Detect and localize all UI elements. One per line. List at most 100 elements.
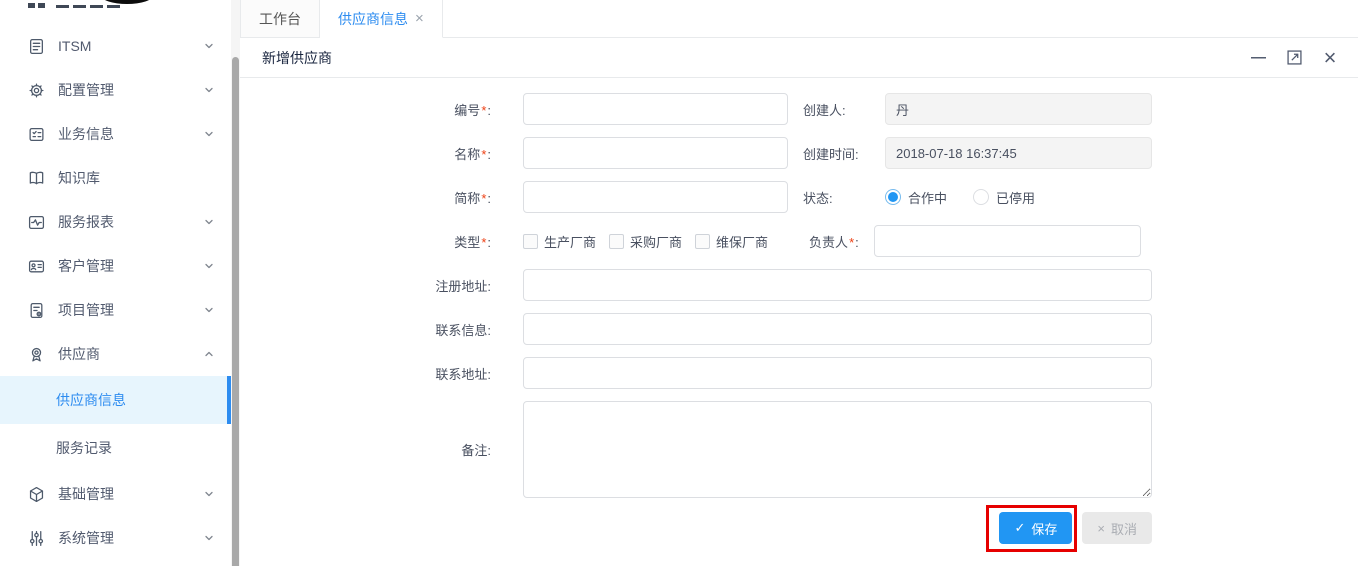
x-icon: × [1097, 521, 1105, 536]
checkbox-purchase-vendor[interactable] [609, 234, 624, 249]
chevron-down-icon [203, 260, 215, 272]
registered-address-input[interactable] [523, 269, 1152, 301]
status-label: 状态: [788, 188, 885, 207]
main-content: 工作台 供应商信息 × 新增供应商 — × 编号*: 创建人: 名称*: 创 [240, 0, 1358, 566]
sidebar: ITSM 配置管理 业务信息 知识库 服务报表 客户管理 [0, 0, 231, 566]
type-label: 类型*: [240, 232, 523, 251]
tab-label: 工作台 [259, 9, 301, 29]
scrollbar-thumb[interactable] [232, 57, 239, 566]
creator-label: 创建人: [788, 100, 885, 119]
clipped-icon [28, 3, 35, 8]
sidebar-item-customer-mgmt[interactable]: 客户管理 [0, 244, 231, 288]
manager-label: 负责人*: [781, 232, 874, 251]
award-badge-icon [28, 346, 45, 363]
code-input[interactable] [523, 93, 788, 125]
chevron-down-icon [203, 40, 215, 52]
required-mark: * [849, 235, 854, 250]
sidebar-item-label: 基础管理 [58, 484, 203, 504]
radio-label: 已停用 [996, 188, 1035, 207]
sidebar-item-label: 系统管理 [58, 528, 203, 548]
sidebar-item-label: 客户管理 [58, 256, 203, 276]
sidebar-item-project-mgmt[interactable]: 项目管理 [0, 288, 231, 332]
short-name-input[interactable] [523, 181, 788, 213]
avatar [101, 0, 153, 4]
sidebar-item-label: 业务信息 [58, 124, 203, 144]
cancel-button[interactable]: × 取消 [1082, 512, 1152, 544]
chevron-down-icon [203, 488, 215, 500]
window-controls: — × [1248, 48, 1340, 68]
tab-workbench[interactable]: 工作台 [240, 0, 320, 37]
sidebar-item-business-info[interactable]: 业务信息 [0, 112, 231, 156]
sidebar-item-system-mgmt[interactable]: 系统管理 [0, 516, 231, 560]
checkbox-label: 采购厂商 [630, 232, 682, 251]
checkbox-maintenance-vendor[interactable] [695, 234, 710, 249]
close-button[interactable]: × [1320, 48, 1340, 68]
dialog-title: 新增供应商 [262, 48, 332, 68]
tab-supplier-info[interactable]: 供应商信息 × [320, 0, 443, 38]
contact-address-input[interactable] [523, 357, 1152, 389]
checkbox-production-vendor[interactable] [523, 234, 538, 249]
checkbox-label: 维保厂商 [716, 232, 768, 251]
document-gear-icon [28, 302, 45, 319]
pulse-chart-icon [28, 214, 45, 231]
radio-cooperating[interactable] [885, 189, 901, 205]
code-label: 编号*: [240, 100, 523, 119]
created-time-label: 创建时间: [788, 144, 885, 163]
dialog-header: 新增供应商 — × [240, 38, 1358, 78]
contact-card-icon [28, 258, 45, 275]
sidebar-item-suppliers[interactable]: 供应商 [0, 332, 231, 376]
new-supplier-form: 编号*: 创建人: 名称*: 创建时间: 简称*: 状态: 合作中 已停用 类型… [240, 78, 1358, 566]
sidebar-item-label: 服务报表 [58, 212, 203, 232]
chevron-up-icon [203, 348, 215, 360]
check-icon: ✓ [1014, 520, 1025, 536]
name-input[interactable] [523, 137, 788, 169]
contact-info-label: 联系信息: [240, 320, 523, 339]
required-mark: * [481, 191, 486, 206]
sidebar-item-label: 配置管理 [58, 80, 203, 100]
minimize-button[interactable]: — [1248, 48, 1268, 68]
chevron-down-icon [203, 304, 215, 316]
cube-icon [28, 486, 45, 503]
chevron-down-icon [203, 84, 215, 96]
radio-disabled[interactable] [973, 189, 989, 205]
required-mark: * [481, 147, 486, 162]
creator-input [885, 93, 1152, 125]
required-mark: * [481, 103, 486, 118]
sidebar-item-itsm[interactable]: ITSM [0, 24, 231, 68]
sidebar-item-service-records[interactable]: 服务记录 [0, 424, 231, 472]
form-footer: ✓ 保存 × 取消 [240, 512, 1152, 544]
card-checklist-icon [28, 126, 45, 143]
sidebar-item-knowledge-base[interactable]: 知识库 [0, 156, 231, 200]
tab-label: 供应商信息 [338, 9, 408, 29]
sidebar-item-config-mgmt[interactable]: 配置管理 [0, 68, 231, 112]
sidebar-item-label: 供应商 [58, 344, 203, 364]
chevron-down-icon [203, 216, 215, 228]
chevron-down-icon [203, 532, 215, 544]
sidebar-item-basic-mgmt[interactable]: 基础管理 [0, 472, 231, 516]
save-button[interactable]: ✓ 保存 [999, 512, 1072, 544]
clipped-icon [38, 3, 45, 8]
sidebar-item-label: 项目管理 [58, 300, 203, 320]
chevron-down-icon [203, 128, 215, 140]
manager-input[interactable] [874, 225, 1141, 257]
gear-icon [28, 82, 45, 99]
sidebar-item-service-reports[interactable]: 服务报表 [0, 200, 231, 244]
sidebar-item-label: 供应商信息 [56, 392, 126, 408]
contact-info-input[interactable] [523, 313, 1152, 345]
checkbox-label: 生产厂商 [544, 232, 596, 251]
sidebar-item-clipped[interactable] [0, 0, 231, 10]
registered-address-label: 注册地址: [240, 276, 523, 295]
document-list-icon [28, 38, 45, 55]
sidebar-item-supplier-info[interactable]: 供应商信息 [0, 376, 231, 424]
sidebar-item-label: 服务记录 [56, 440, 112, 456]
close-tab-icon[interactable]: × [415, 11, 424, 26]
name-label: 名称*: [240, 144, 523, 163]
remark-textarea[interactable] [523, 401, 1152, 498]
sidebar-scrollbar[interactable] [231, 0, 240, 566]
maximize-button[interactable] [1284, 48, 1304, 68]
required-mark: * [481, 235, 486, 250]
radio-label: 合作中 [908, 188, 947, 207]
sidebar-item-label: 知识库 [58, 168, 215, 188]
created-time-input [885, 137, 1152, 169]
sliders-icon [28, 530, 45, 547]
